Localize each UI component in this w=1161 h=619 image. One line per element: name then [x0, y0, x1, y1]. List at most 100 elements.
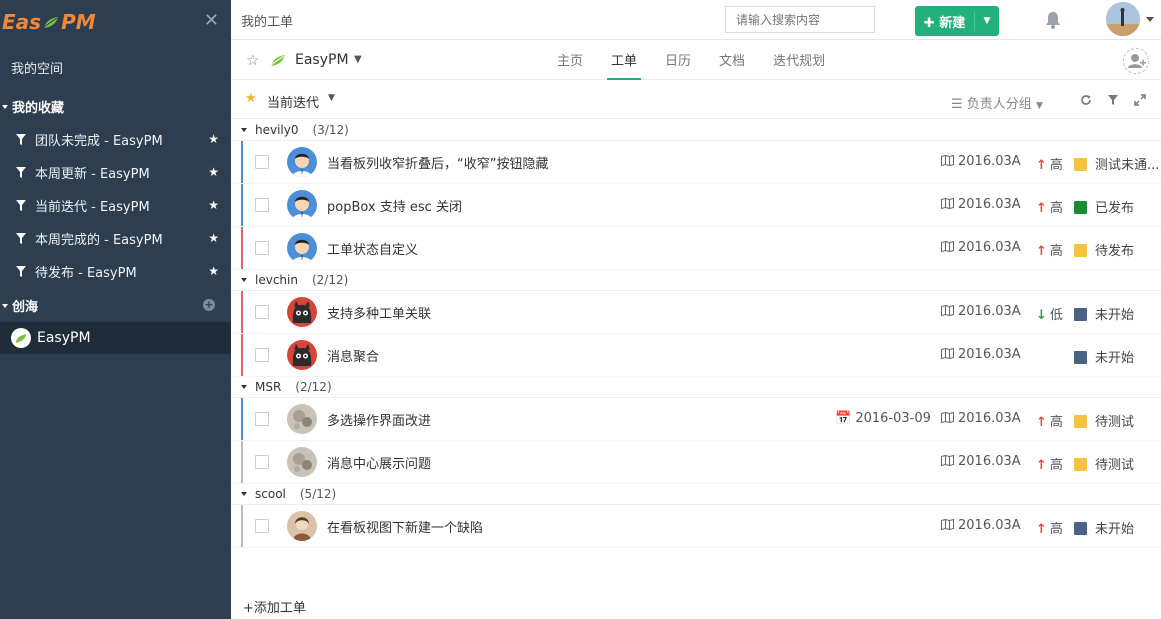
group-header[interactable]: MSR (2/12) [231, 377, 1161, 398]
issue-title[interactable]: 消息中心展示问题 [327, 453, 431, 472]
priority[interactable]: ↓ 低 [1036, 304, 1063, 323]
due-date[interactable]: 📅 2016-03-09 [835, 411, 931, 426]
priority[interactable]: ↑ 高 [1036, 518, 1063, 537]
chevron-down-icon[interactable]: ▼ [354, 54, 362, 65]
table-row[interactable]: 支持多种工单关联 2016.03A ↓ 低 未开始 [231, 291, 1161, 334]
iteration-filter[interactable]: 当前迭代 [267, 92, 319, 111]
version[interactable]: 2016.03A [941, 347, 1021, 362]
plus-icon: + [243, 601, 254, 616]
star-icon[interactable]: ★ [208, 198, 219, 212]
chevron-down-icon[interactable]: ▼ [975, 16, 999, 26]
priority[interactable]: ↑ 高 [1036, 411, 1063, 430]
row-checkbox[interactable] [255, 305, 269, 319]
version[interactable]: 2016.03A [941, 411, 1021, 426]
table-row[interactable]: 消息聚合 2016.03A 未开始 [231, 334, 1161, 377]
tab-0[interactable]: 主页 [547, 40, 593, 80]
version[interactable]: 2016.03A [941, 454, 1021, 469]
close-icon[interactable]: ✕ [204, 12, 219, 30]
avatar[interactable] [287, 404, 317, 434]
team-header[interactable]: 创海 + [0, 289, 231, 322]
version[interactable]: 2016.03A [941, 197, 1021, 212]
group-header[interactable]: hevily0 (3/12) [231, 120, 1161, 141]
row-checkbox[interactable] [255, 241, 269, 255]
version[interactable]: 2016.03A [941, 518, 1021, 533]
refresh-icon[interactable] [1080, 94, 1092, 106]
table-row[interactable]: 在看板视图下新建一个缺陷 2016.03A ↑ 高 未开始 [231, 505, 1161, 548]
priority[interactable]: ↑ 高 [1036, 197, 1063, 216]
sidebar-favorite-item[interactable]: 团队未完成 - EasyPM ★ [0, 123, 231, 156]
version[interactable]: 2016.03A [941, 240, 1021, 255]
avatar[interactable] [287, 511, 317, 541]
issue-title[interactable]: 消息聚合 [327, 346, 379, 365]
issue-title[interactable]: 多选操作界面改进 [327, 410, 431, 429]
chevron-down-icon[interactable]: ▼ [328, 93, 335, 103]
status-badge[interactable]: 待发布 [1074, 240, 1160, 259]
row-checkbox[interactable] [255, 455, 269, 469]
star-outline-icon[interactable]: ☆ [246, 51, 259, 69]
tab-1[interactable]: 工单 [601, 40, 647, 80]
row-checkbox[interactable] [255, 155, 269, 169]
status-badge[interactable]: 待测试 [1074, 454, 1160, 473]
star-icon[interactable]: ★ [208, 231, 219, 245]
group-header[interactable]: levchin (2/12) [231, 270, 1161, 291]
avatar[interactable] [287, 147, 317, 177]
group-by-select[interactable]: ☰ 负责人分组 ▼ [951, 93, 1043, 112]
table-row[interactable]: popBox 支持 esc 关闭 2016.03A ↑ 高 已发布 [231, 184, 1161, 227]
chevron-down-icon[interactable] [1146, 17, 1154, 22]
row-checkbox[interactable] [255, 348, 269, 362]
row-checkbox[interactable] [255, 412, 269, 426]
sidebar-favorite-item[interactable]: 本周完成的 - EasyPM ★ [0, 222, 231, 255]
row-checkbox[interactable] [255, 519, 269, 533]
sidebar-favorite-item[interactable]: 待发布 - EasyPM ★ [0, 255, 231, 288]
my-space-link[interactable]: 我的空间 [0, 44, 231, 90]
status-badge[interactable]: 测试未通... [1074, 154, 1160, 173]
tab-2[interactable]: 日历 [655, 40, 701, 80]
table-row[interactable]: 当看板列收窄折叠后，“收窄”按钮隐藏 2016.03A ↑ 高 测试未通... [231, 141, 1161, 184]
new-button[interactable]: ✚ 新建 ▼ [915, 6, 999, 36]
sidebar-favorite-item[interactable]: 本周更新 - EasyPM ★ [0, 156, 231, 189]
issue-title[interactable]: 工单状态自定义 [327, 239, 418, 258]
table-row[interactable]: 工单状态自定义 2016.03A ↑ 高 待发布 [231, 227, 1161, 270]
group-header[interactable]: scool (5/12) [231, 484, 1161, 505]
priority[interactable]: ↑ 高 [1036, 454, 1063, 473]
avatar[interactable] [287, 297, 317, 327]
version[interactable]: 2016.03A [941, 304, 1021, 319]
table-row[interactable]: 多选操作界面改进 📅 2016-03-09 2016.03A ↑ 高 待测试 [231, 398, 1161, 441]
tab-4[interactable]: 迭代规划 [763, 40, 835, 80]
star-icon[interactable]: ★ [208, 264, 219, 278]
priority[interactable]: ↑ 高 [1036, 240, 1063, 259]
expand-icon[interactable] [1134, 94, 1146, 106]
filter-icon[interactable] [1107, 94, 1119, 106]
avatar[interactable] [287, 340, 317, 370]
search-input[interactable] [725, 6, 875, 33]
user-avatar[interactable] [1106, 2, 1140, 36]
issue-title[interactable]: 在看板视图下新建一个缺陷 [327, 517, 483, 536]
sidebar-item-project[interactable]: EasyPM [0, 322, 231, 354]
row-checkbox[interactable] [255, 198, 269, 212]
priority[interactable]: ↑ 高 [1036, 154, 1063, 173]
project-name[interactable]: EasyPM [295, 52, 349, 68]
issue-title[interactable]: 支持多种工单关联 [327, 303, 431, 322]
add-issue-button[interactable]: +添加工单 [231, 599, 1161, 619]
version[interactable]: 2016.03A [941, 154, 1021, 169]
logo[interactable]: Eas PM ✕ [0, 0, 231, 44]
avatar[interactable] [287, 190, 317, 220]
status-badge[interactable]: 未开始 [1074, 518, 1160, 537]
sidebar-favorite-item[interactable]: 当前迭代 - EasyPM ★ [0, 189, 231, 222]
add-member-button[interactable] [1123, 48, 1149, 74]
table-row[interactable]: 消息中心展示问题 2016.03A ↑ 高 待测试 [231, 441, 1161, 484]
bell-icon[interactable] [1043, 10, 1063, 30]
issue-title[interactable]: 当看板列收窄折叠后，“收窄”按钮隐藏 [327, 153, 548, 172]
status-badge[interactable]: 未开始 [1074, 304, 1160, 323]
star-icon[interactable]: ★ [208, 132, 219, 146]
status-badge[interactable]: 待测试 [1074, 411, 1160, 430]
star-icon[interactable]: ★ [208, 165, 219, 179]
avatar[interactable] [287, 233, 317, 263]
status-badge[interactable]: 未开始 [1074, 347, 1160, 366]
issue-title[interactable]: popBox 支持 esc 关闭 [327, 196, 462, 215]
status-badge[interactable]: 已发布 [1074, 197, 1160, 216]
tab-3[interactable]: 文档 [709, 40, 755, 80]
add-project-icon[interactable]: + [203, 299, 215, 311]
favorites-header[interactable]: 我的收藏 [0, 90, 231, 123]
avatar[interactable] [287, 447, 317, 477]
